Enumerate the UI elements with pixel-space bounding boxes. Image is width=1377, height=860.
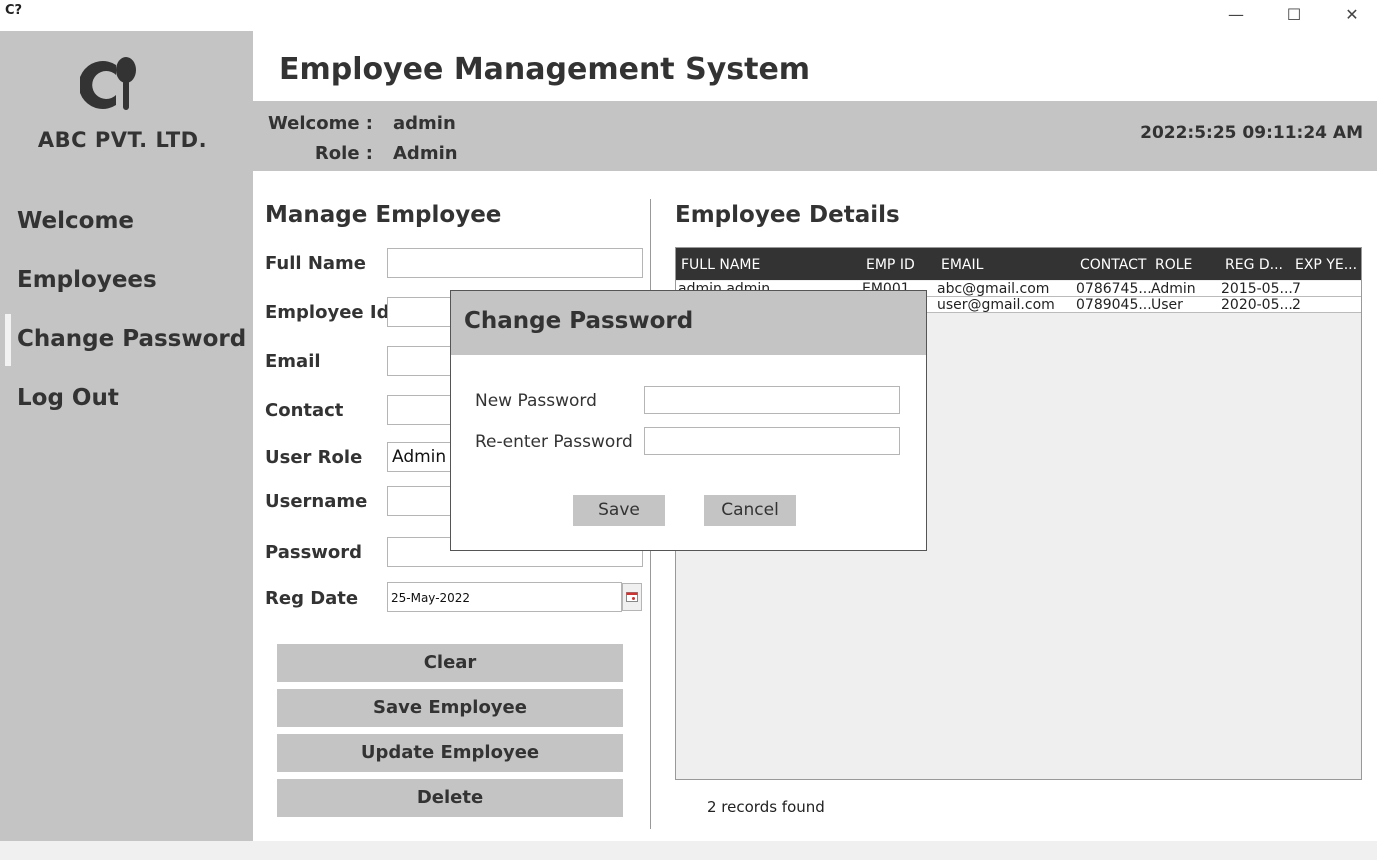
table-cell: 2015-05... [1221, 281, 1293, 297]
column-header[interactable]: CONTACT [1080, 257, 1146, 273]
sidebar-item-log-out[interactable]: Log Out [17, 385, 119, 411]
user-role-label: User Role [265, 447, 363, 468]
update-employee-button[interactable]: Update Employee [277, 734, 623, 772]
company-logo-icon [80, 57, 136, 110]
password-label: Password [265, 542, 363, 563]
email-label: Email [265, 351, 321, 372]
maximize-button[interactable]: ☐ [1265, 0, 1323, 28]
employee-id-label: Employee Id [265, 302, 390, 323]
dialog-header: Change Password [451, 291, 926, 355]
save-employee-button[interactable]: Save Employee [277, 689, 623, 727]
calendar-button[interactable] [622, 583, 642, 611]
title-bar: C? — ☐ ✕ [0, 0, 1377, 31]
change-password-dialog: Change Password New Password Re-enter Pa… [450, 290, 927, 551]
delete-button[interactable]: Delete [277, 779, 623, 817]
new-password-label: New Password [475, 391, 597, 411]
column-header[interactable]: EXP YE... [1295, 257, 1357, 273]
sidebar-item-welcome[interactable]: Welcome [17, 208, 134, 234]
manage-employee-title: Manage Employee [265, 202, 502, 228]
full-name-input[interactable] [387, 248, 643, 278]
minimize-button[interactable]: — [1207, 0, 1265, 28]
table-cell: abc@gmail.com [937, 281, 1050, 297]
employee-details-title: Employee Details [675, 202, 900, 228]
contact-label: Contact [265, 400, 344, 421]
reenter-password-input[interactable] [644, 427, 900, 455]
column-header[interactable]: EMAIL [941, 257, 983, 273]
username-label: Username [265, 491, 368, 512]
full-name-label: Full Name [265, 253, 366, 274]
role-label: Role : [314, 143, 373, 164]
sidebar-item-change-password[interactable]: Change Password [17, 326, 246, 352]
table-cell: 2 [1292, 297, 1301, 313]
column-header[interactable]: ROLE [1155, 257, 1192, 273]
column-header[interactable]: FULL NAME [681, 257, 760, 273]
table-cell: User [1151, 297, 1183, 313]
calendar-icon [626, 592, 638, 602]
sidebar: ABC PVT. LTD. Welcome Employees Change P… [0, 31, 253, 841]
company-name: ABC PVT. LTD. [37, 128, 208, 152]
user-info-bar: Welcome : admin Role : Admin 2022:5:25 0… [253, 101, 1377, 171]
role-value: Admin [393, 143, 458, 164]
table-cell: 7 [1292, 281, 1301, 297]
dialog-title: Change Password [464, 308, 694, 334]
dialog-save-button[interactable]: Save [573, 495, 665, 526]
dialog-cancel-button[interactable]: Cancel [704, 495, 796, 526]
table-cell: Admin [1151, 281, 1196, 297]
table-header: FULL NAME EMP ID EMAIL CONTACT ROLE REG … [676, 248, 1361, 280]
page-title: Employee Management System [279, 52, 811, 87]
sidebar-item-employees[interactable]: Employees [17, 267, 157, 293]
table-cell: 2020-05... [1221, 297, 1293, 313]
table-cell: user@gmail.com [937, 297, 1055, 313]
welcome-label: Welcome : [267, 113, 373, 134]
reg-date-input[interactable]: 25-May-2022 [387, 582, 622, 612]
reenter-password-label: Re-enter Password [475, 432, 633, 452]
table-cell: 0789045... [1076, 297, 1152, 313]
app-icon: C? [5, 3, 23, 18]
bottom-strip [0, 841, 1377, 860]
records-count: 2 records found [707, 798, 825, 816]
column-header[interactable]: REG D... [1225, 257, 1283, 273]
datetime-display: 2022:5:25 09:11:24 AM [1140, 123, 1363, 143]
active-indicator [5, 314, 11, 366]
welcome-value: admin [393, 113, 456, 134]
reg-date-label: Reg Date [265, 588, 359, 609]
new-password-input[interactable] [644, 386, 900, 414]
clear-button[interactable]: Clear [277, 644, 623, 682]
close-button[interactable]: ✕ [1323, 0, 1377, 28]
table-cell: 0786745... [1076, 281, 1152, 297]
column-header[interactable]: EMP ID [866, 257, 915, 273]
